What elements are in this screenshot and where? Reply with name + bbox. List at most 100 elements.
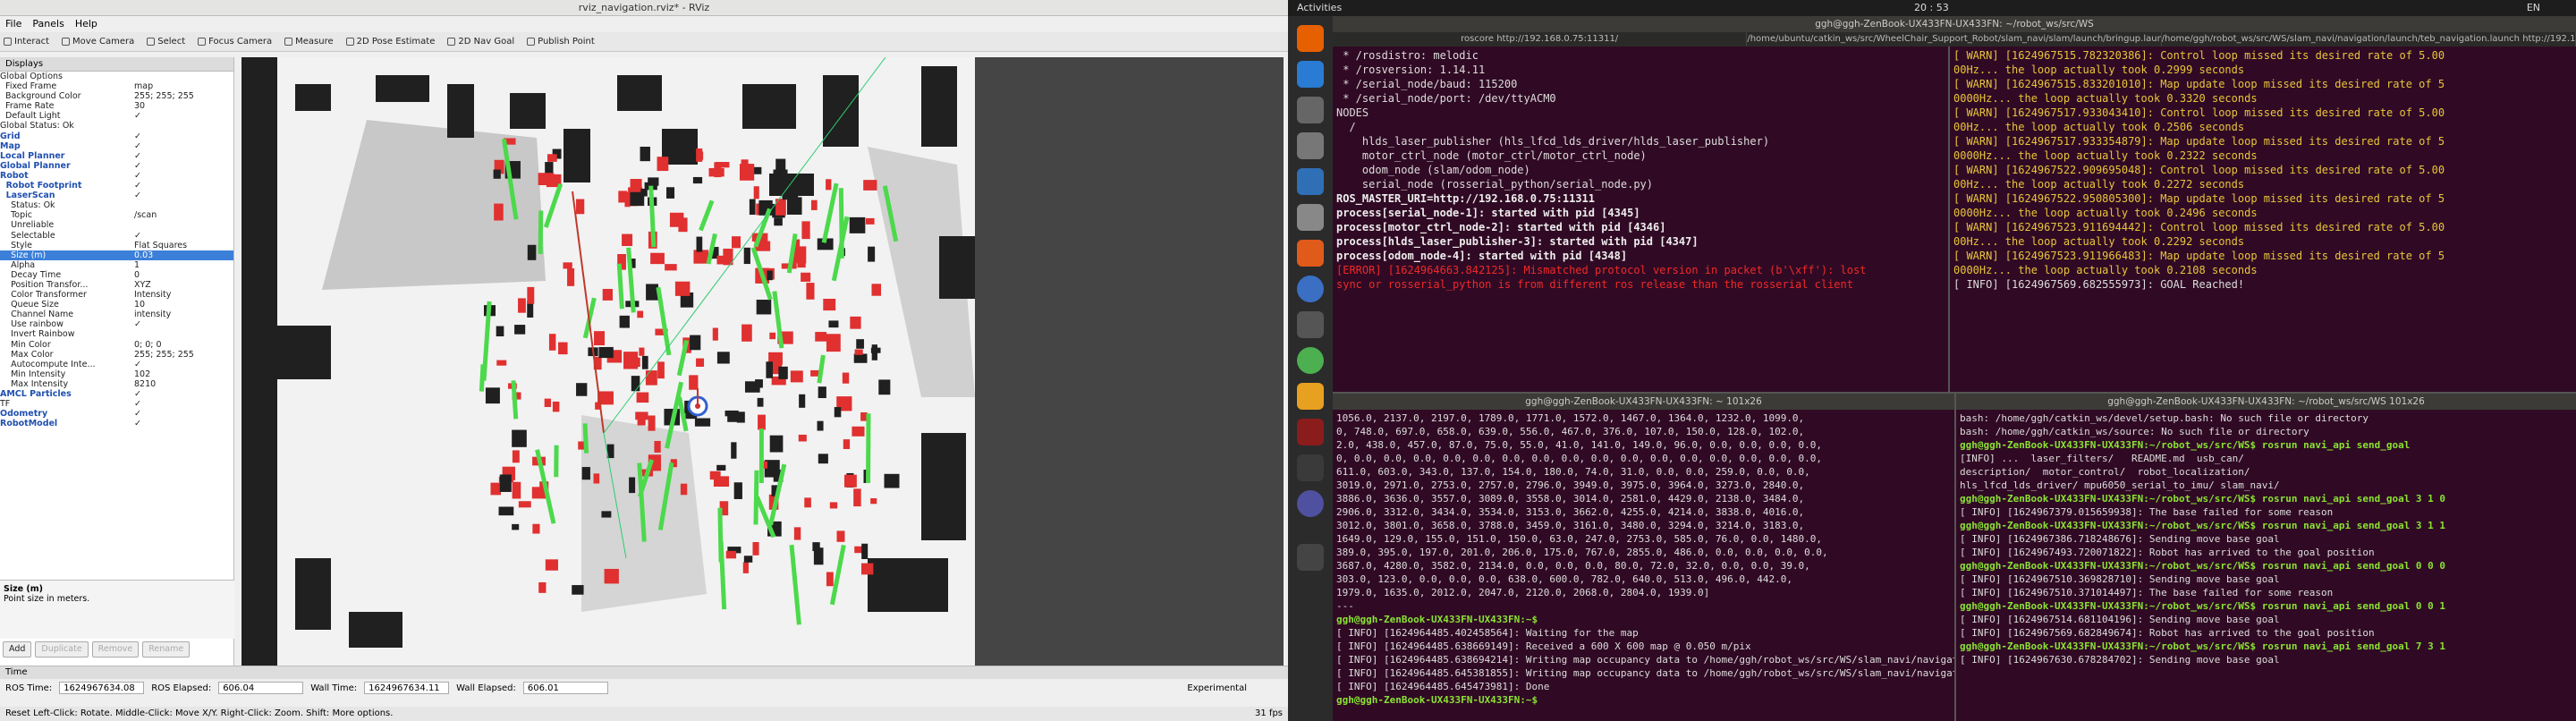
tool-focus-camera[interactable]: Focus Camera bbox=[198, 37, 272, 47]
rename-button[interactable]: Rename bbox=[142, 641, 191, 657]
tree-row[interactable]: Autocompute Inte... ✓ bbox=[0, 360, 233, 369]
costmap-cell bbox=[646, 284, 658, 301]
costmap-cell bbox=[766, 361, 774, 378]
tree-row[interactable]: Topic/scan bbox=[0, 210, 233, 220]
costmap-cell bbox=[753, 186, 759, 199]
costmap-cell bbox=[817, 420, 824, 431]
terminal-tab[interactable]: roscore http://192.168.0.75:11311/ bbox=[1333, 32, 1748, 47]
duplicate-button[interactable]: Duplicate bbox=[35, 641, 89, 657]
tree-row[interactable]: Odometry ✓ bbox=[0, 409, 233, 419]
tree-row[interactable]: Map ✓ bbox=[0, 141, 233, 151]
tree-row[interactable]: Status: Ok bbox=[0, 200, 233, 210]
terminal-line: ggh@ggh-ZenBook-UX433FN-UX433FN:~$ bbox=[1336, 614, 1538, 625]
tree-row[interactable]: Global Planner ✓ bbox=[0, 161, 233, 171]
tree-row[interactable]: Min Intensity 102 bbox=[0, 369, 233, 379]
costmap-cell bbox=[709, 471, 721, 480]
costmap-cell bbox=[680, 483, 688, 496]
terminal-tab[interactable]: /home/ubuntu/catkin_ws/src/WheelChair_Su… bbox=[1747, 32, 2162, 47]
camera-icon[interactable] bbox=[1297, 97, 1324, 123]
tree-row[interactable]: Decay Time 0 bbox=[0, 270, 233, 280]
costmap-cell bbox=[631, 376, 640, 392]
app-icon[interactable] bbox=[1297, 490, 1324, 517]
tree-row[interactable]: Unreliable bbox=[0, 220, 233, 230]
tree-row[interactable]: Channel Name intensity bbox=[0, 310, 233, 319]
terminal-line: [ INFO] [1624964485.638694214]: Writing … bbox=[1336, 654, 1954, 666]
tree-row[interactable]: Fixed Frame map bbox=[0, 81, 233, 91]
tree-row[interactable]: AMCL Particles ✓ bbox=[0, 389, 233, 399]
experimental-checkbox[interactable]: Experimental bbox=[1187, 683, 1247, 693]
terminal-tab[interactable]: /home/ggh/robot_ws/src/WS/slam_navi/navi… bbox=[2162, 32, 2576, 47]
tree-row[interactable]: Size (m) 0.03 bbox=[0, 250, 233, 260]
language-indicator[interactable]: EN bbox=[2527, 0, 2540, 16]
text-editor-icon[interactable] bbox=[1297, 204, 1324, 231]
terminal-top[interactable]: ggh@ggh-ZenBook-UX433FN-UX433FN: ~/robot… bbox=[1333, 16, 2576, 392]
tool-measure[interactable]: Measure bbox=[284, 37, 334, 47]
tree-row[interactable]: Queue Size 10 bbox=[0, 300, 233, 310]
menu-help[interactable]: Help bbox=[75, 18, 97, 30]
tool-interact[interactable]: Interact bbox=[4, 37, 49, 47]
tree-row[interactable]: Position Transfor... XYZ bbox=[0, 280, 233, 290]
tree-row[interactable]: Global Options bbox=[0, 72, 233, 81]
costmap-cell bbox=[743, 247, 750, 265]
tree-row[interactable]: Use rainbow ✓ bbox=[0, 319, 233, 329]
tree-row[interactable]: Invert Rainbow bbox=[0, 329, 233, 339]
costmap-cell bbox=[818, 454, 828, 464]
tree-row[interactable]: Selectable ✓ bbox=[0, 231, 233, 241]
tree-row[interactable]: Robot ✓ bbox=[0, 171, 233, 181]
costmap-cell bbox=[545, 162, 554, 174]
tree-row[interactable]: Frame Rate 30 bbox=[0, 101, 233, 111]
tree-row[interactable]: Default Light ✓ bbox=[0, 111, 233, 121]
activities-button[interactable]: Activities bbox=[1297, 2, 1342, 13]
tree-row[interactable]: Style Flat Squares bbox=[0, 241, 233, 250]
tree-row[interactable]: Max Intensity 8210 bbox=[0, 379, 233, 389]
tool-select[interactable]: Select bbox=[147, 37, 185, 47]
displays-tree[interactable]: Global Options Fixed Frame map Background… bbox=[0, 72, 233, 428]
chrome-icon[interactable] bbox=[1297, 347, 1324, 374]
settings-icon[interactable] bbox=[1297, 311, 1324, 338]
sublime-icon[interactable] bbox=[1297, 383, 1324, 410]
tree-row[interactable]: LaserScan ✓ bbox=[0, 191, 233, 200]
add-button[interactable]: Add bbox=[3, 641, 32, 657]
writer-icon[interactable] bbox=[1297, 168, 1324, 195]
tool-2d-nav-goal[interactable]: 2D Nav Goal bbox=[447, 37, 514, 47]
rviz-3d-viewport[interactable] bbox=[242, 57, 1284, 666]
tree-row[interactable]: Grid ✓ bbox=[0, 131, 233, 141]
show-apps-icon[interactable] bbox=[1297, 544, 1324, 571]
software-icon[interactable] bbox=[1297, 240, 1324, 267]
terminal-icon[interactable] bbox=[1297, 419, 1324, 445]
menu-file[interactable]: File bbox=[5, 18, 21, 30]
tool-label: Measure bbox=[295, 37, 334, 47]
menu-panels[interactable]: Panels bbox=[32, 18, 64, 30]
tree-row[interactable]: Min Color 0; 0; 0 bbox=[0, 340, 233, 350]
costmap-cell bbox=[604, 568, 619, 584]
thunderbird-icon[interactable] bbox=[1297, 61, 1324, 88]
clock[interactable]: 20 : 53 bbox=[1914, 0, 1949, 16]
costmap-cell bbox=[552, 401, 560, 412]
tool-icon bbox=[4, 38, 12, 46]
tree-row[interactable]: Local Planner ✓ bbox=[0, 151, 233, 161]
tool-2d-pose-estimate[interactable]: 2D Pose Estimate bbox=[345, 37, 435, 47]
firefox-icon[interactable] bbox=[1297, 25, 1324, 52]
files-icon[interactable] bbox=[1297, 132, 1324, 159]
tree-row[interactable]: TF ✓ bbox=[0, 399, 233, 409]
terminal-bottom-left[interactable]: ggh@ggh-ZenBook-UX433FN-UX433FN: ~ 101x2… bbox=[1333, 392, 1954, 721]
tree-key: Min Color bbox=[0, 339, 51, 350]
tree-row[interactable]: Alpha 1 bbox=[0, 260, 233, 270]
tree-row[interactable]: Global Status: Ok bbox=[0, 121, 233, 131]
remove-button[interactable]: Remove bbox=[91, 641, 140, 657]
help-icon[interactable] bbox=[1297, 276, 1324, 302]
tool-move-camera[interactable]: Move Camera bbox=[62, 37, 134, 47]
terminal-bottom-right[interactable]: ggh@ggh-ZenBook-UX433FN-UX433FN: ~/robot… bbox=[1954, 392, 2576, 721]
tree-key: Robot bbox=[0, 170, 29, 181]
terminal-br-output: bash: /home/ggh/catkin_ws/devel/setup.ba… bbox=[1956, 410, 2576, 668]
rviz-icon[interactable] bbox=[1297, 454, 1324, 481]
terminal-line: 1979.0, 1635.0, 2012.0, 2047.0, 2120.0, … bbox=[1336, 587, 1710, 598]
tool-publish-point[interactable]: Publish Point bbox=[527, 37, 595, 47]
terminal-line: 1056.0, 2137.0, 2197.0, 1789.0, 1771.0, … bbox=[1336, 412, 1805, 424]
tree-row[interactable]: Color Transformer Intensity bbox=[0, 290, 233, 300]
tree-row[interactable]: Background Color 255; 255; 255 bbox=[0, 91, 233, 101]
tree-row[interactable]: Max Color 255; 255; 255 bbox=[0, 350, 233, 360]
ros-time-field: 1624967634.08 bbox=[59, 682, 145, 694]
tree-row[interactable]: RobotModel ✓ bbox=[0, 419, 233, 428]
tree-row[interactable]: Robot Footprint ✓ bbox=[0, 181, 233, 191]
